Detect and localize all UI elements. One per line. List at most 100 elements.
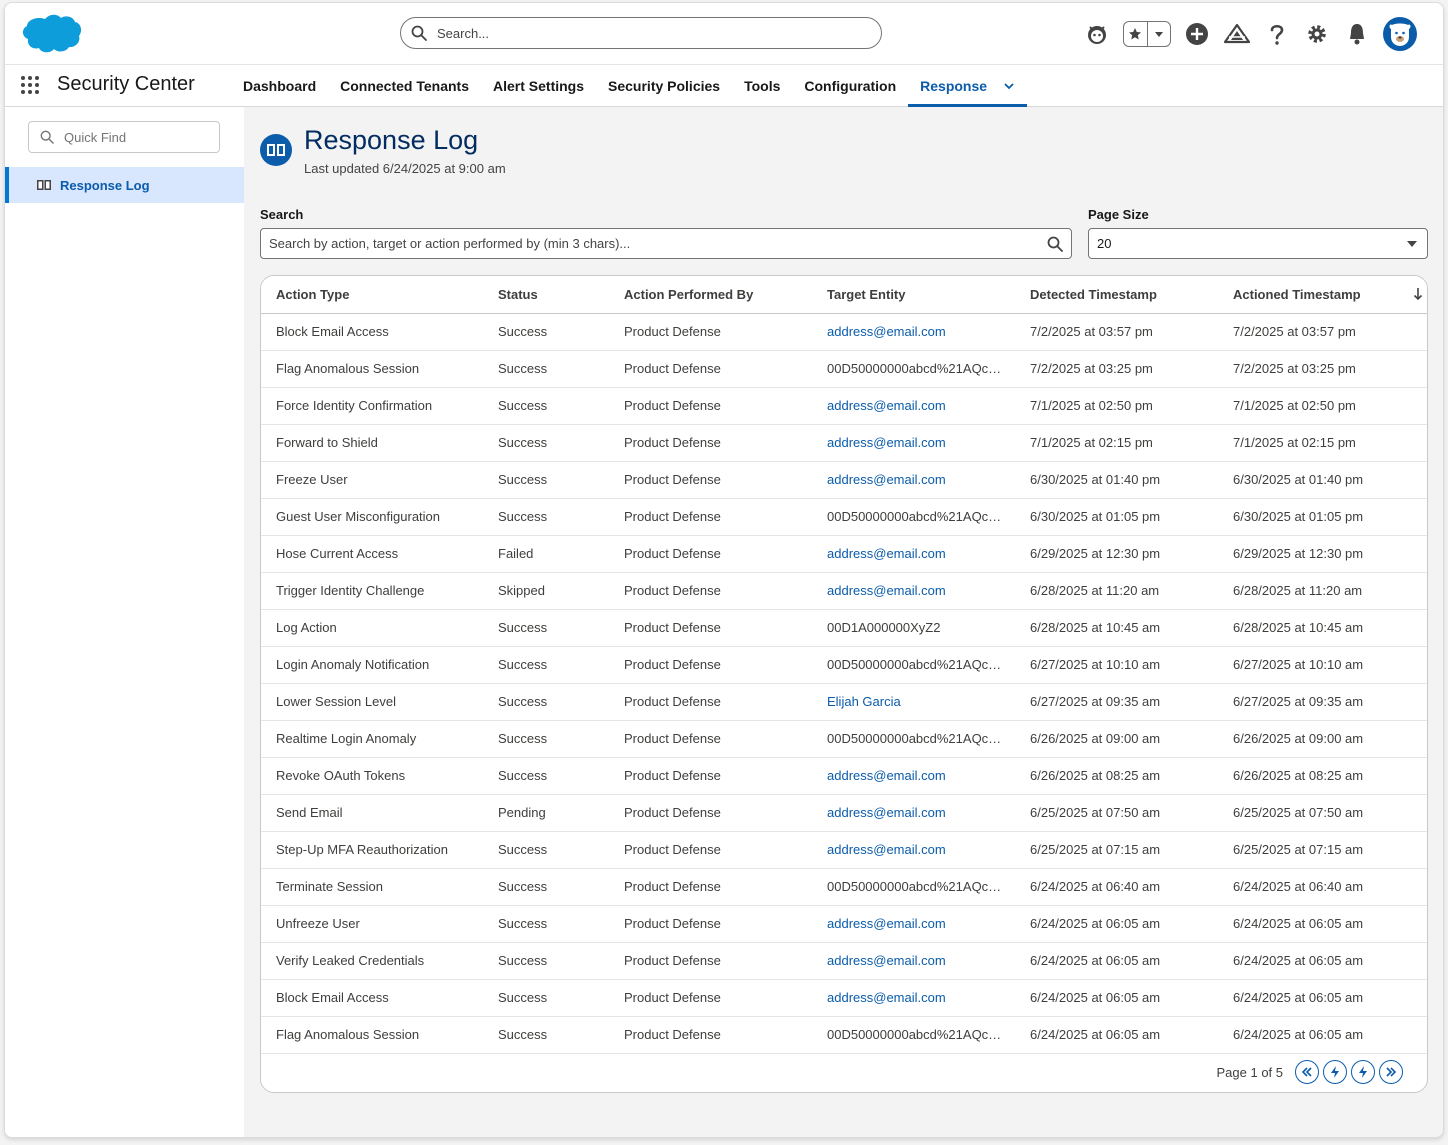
add-icon[interactable] bbox=[1177, 16, 1217, 52]
tab-security-policies[interactable]: Security Policies bbox=[596, 65, 732, 107]
next-page-button[interactable] bbox=[1351, 1060, 1375, 1084]
einstein-icon[interactable] bbox=[1077, 16, 1117, 52]
cell-action-type: Trigger Identity Challenge bbox=[261, 572, 483, 610]
cell-target-entity[interactable]: address@email.com bbox=[812, 831, 1015, 869]
quick-find-input[interactable]: Quick Find bbox=[28, 121, 220, 153]
cell-actioned-timestamp: 7/2/2025 at 03:25 pm bbox=[1218, 350, 1427, 388]
cell-status: Success bbox=[483, 498, 609, 536]
cell-target-entity[interactable]: address@email.com bbox=[812, 535, 1015, 573]
app-name: Security Center bbox=[57, 73, 195, 95]
cell-actioned-timestamp: 7/2/2025 at 03:57 pm bbox=[1218, 313, 1427, 351]
double-chevron-left-icon bbox=[1301, 1067, 1312, 1077]
column-header-actioned-timestamp[interactable]: Actioned Timestamp bbox=[1218, 276, 1427, 314]
trailhead-icon[interactable] bbox=[1217, 16, 1257, 52]
tab-response[interactable]: Response bbox=[908, 65, 1027, 107]
last-updated-text: Last updated 6/24/2025 at 9:00 am bbox=[304, 161, 506, 176]
cell-action-performed-by: Product Defense bbox=[609, 868, 812, 906]
cell-target-entity: 00D50000000abcd%21AQc… bbox=[812, 720, 1015, 758]
page-size-value: 20 bbox=[1097, 236, 1112, 251]
cell-detected-timestamp: 7/1/2025 at 02:50 pm bbox=[1015, 387, 1218, 425]
cell-action-type: Login Anomaly Notification bbox=[261, 646, 483, 684]
notifications-bell-icon[interactable] bbox=[1337, 16, 1377, 52]
cell-target-entity[interactable]: address@email.com bbox=[812, 942, 1015, 980]
cell-target-entity[interactable]: address@email.com bbox=[812, 905, 1015, 943]
user-avatar[interactable] bbox=[1383, 17, 1417, 51]
cell-action-performed-by: Product Defense bbox=[609, 794, 812, 832]
cell-detected-timestamp: 6/27/2025 at 10:10 am bbox=[1015, 646, 1218, 684]
cell-action-performed-by: Product Defense bbox=[609, 572, 812, 610]
cell-actioned-timestamp: 6/26/2025 at 08:25 am bbox=[1218, 757, 1427, 795]
column-header-action-type[interactable]: Action Type bbox=[261, 276, 483, 314]
header-utility-icons bbox=[1077, 16, 1417, 52]
cell-action-type: Revoke OAuth Tokens bbox=[261, 757, 483, 795]
search-icon bbox=[40, 130, 54, 144]
global-search-input[interactable]: Search... bbox=[400, 17, 882, 49]
cell-action-type: Verify Leaked Credentials bbox=[261, 942, 483, 980]
last-page-button[interactable] bbox=[1379, 1060, 1403, 1084]
cell-actioned-timestamp: 6/29/2025 at 12:30 pm bbox=[1218, 535, 1427, 573]
cell-action-performed-by: Product Defense bbox=[609, 461, 812, 499]
cell-target-entity[interactable]: address@email.com bbox=[812, 387, 1015, 425]
search-icon[interactable] bbox=[1047, 236, 1063, 252]
cell-status: Success bbox=[483, 350, 609, 388]
double-chevron-right-icon bbox=[1386, 1067, 1397, 1077]
cell-action-type: Lower Session Level bbox=[261, 683, 483, 721]
cell-target-entity: 00D50000000abcd%21AQc… bbox=[812, 868, 1015, 906]
column-header-target-entity[interactable]: Target Entity bbox=[812, 276, 1015, 314]
favorites-dropdown-icon[interactable] bbox=[1148, 22, 1171, 46]
cell-target-entity[interactable]: address@email.com bbox=[812, 461, 1015, 499]
lightning-bolt-icon bbox=[1359, 1066, 1367, 1078]
column-header-action-performed-by[interactable]: Action Performed By bbox=[609, 276, 812, 314]
tab-alert-settings[interactable]: Alert Settings bbox=[481, 65, 596, 107]
cell-target-entity[interactable]: address@email.com bbox=[812, 979, 1015, 1017]
tab-connected-tenants[interactable]: Connected Tenants bbox=[328, 65, 481, 107]
cell-actioned-timestamp: 6/24/2025 at 06:05 am bbox=[1218, 905, 1427, 943]
cell-target-entity[interactable]: address@email.com bbox=[812, 424, 1015, 462]
cell-detected-timestamp: 6/24/2025 at 06:05 am bbox=[1015, 1016, 1218, 1054]
cell-actioned-timestamp: 6/25/2025 at 07:50 am bbox=[1218, 794, 1427, 832]
help-icon[interactable] bbox=[1257, 16, 1297, 52]
column-header-detected-timestamp[interactable]: Detected Timestamp bbox=[1015, 276, 1218, 314]
salesforce-logo[interactable] bbox=[19, 11, 83, 55]
cell-status: Success bbox=[483, 609, 609, 647]
favorites-star-icon[interactable] bbox=[1124, 22, 1148, 46]
app-launcher-icon[interactable] bbox=[21, 76, 41, 96]
table-header-row: Action Type Status Action Performed By T… bbox=[261, 276, 1427, 314]
cell-target-entity[interactable]: address@email.com bbox=[812, 757, 1015, 795]
cell-target-entity[interactable]: Elijah Garcia bbox=[812, 683, 1015, 721]
cell-action-type: Block Email Access bbox=[261, 313, 483, 351]
cell-detected-timestamp: 6/25/2025 at 07:15 am bbox=[1015, 831, 1218, 869]
cell-actioned-timestamp: 6/24/2025 at 06:05 am bbox=[1218, 942, 1427, 980]
previous-page-button[interactable] bbox=[1323, 1060, 1347, 1084]
app-nav-bar: Security Center Dashboard Connected Tena… bbox=[5, 65, 1443, 107]
tab-dashboard[interactable]: Dashboard bbox=[231, 65, 328, 107]
table-row: Block Email Access Success Product Defense… bbox=[261, 313, 1427, 351]
cell-action-performed-by: Product Defense bbox=[609, 683, 812, 721]
cell-action-type: Forward to Shield bbox=[261, 424, 483, 462]
cell-target-entity[interactable]: address@email.com bbox=[812, 794, 1015, 832]
cell-action-type: Hose Current Access bbox=[261, 535, 483, 573]
column-header-status[interactable]: Status bbox=[483, 276, 609, 314]
cell-target-entity[interactable]: address@email.com bbox=[812, 572, 1015, 610]
chevron-down-icon[interactable] bbox=[1003, 80, 1015, 92]
global-header: Search... bbox=[5, 3, 1443, 65]
quick-find-placeholder: Quick Find bbox=[64, 129, 127, 145]
book-icon bbox=[260, 134, 292, 166]
tab-configuration[interactable]: Configuration bbox=[792, 65, 908, 107]
sidebar-item-response-log[interactable]: Response Log bbox=[5, 167, 244, 203]
cell-detected-timestamp: 6/24/2025 at 06:05 am bbox=[1015, 942, 1218, 980]
cell-target-entity: 00D50000000abcd%21AQc… bbox=[812, 350, 1015, 388]
first-page-button[interactable] bbox=[1295, 1060, 1319, 1084]
table-row: Force Identity Confirmation Success Produc… bbox=[261, 387, 1427, 425]
table-row: Unfreeze User Success Product Defense addre… bbox=[261, 905, 1427, 943]
page-size-select[interactable]: 20 bbox=[1088, 228, 1428, 259]
cell-action-performed-by: Product Defense bbox=[609, 387, 812, 425]
global-search-placeholder: Search... bbox=[437, 25, 490, 41]
log-search-input[interactable]: Search by action, target or action perfo… bbox=[260, 228, 1072, 259]
cell-status: Success bbox=[483, 646, 609, 684]
sort-descending-icon[interactable] bbox=[1413, 287, 1423, 301]
tab-tools[interactable]: Tools bbox=[732, 65, 792, 107]
setup-gear-icon[interactable] bbox=[1297, 16, 1337, 52]
cell-action-performed-by: Product Defense bbox=[609, 313, 812, 351]
cell-target-entity[interactable]: address@email.com bbox=[812, 313, 1015, 351]
